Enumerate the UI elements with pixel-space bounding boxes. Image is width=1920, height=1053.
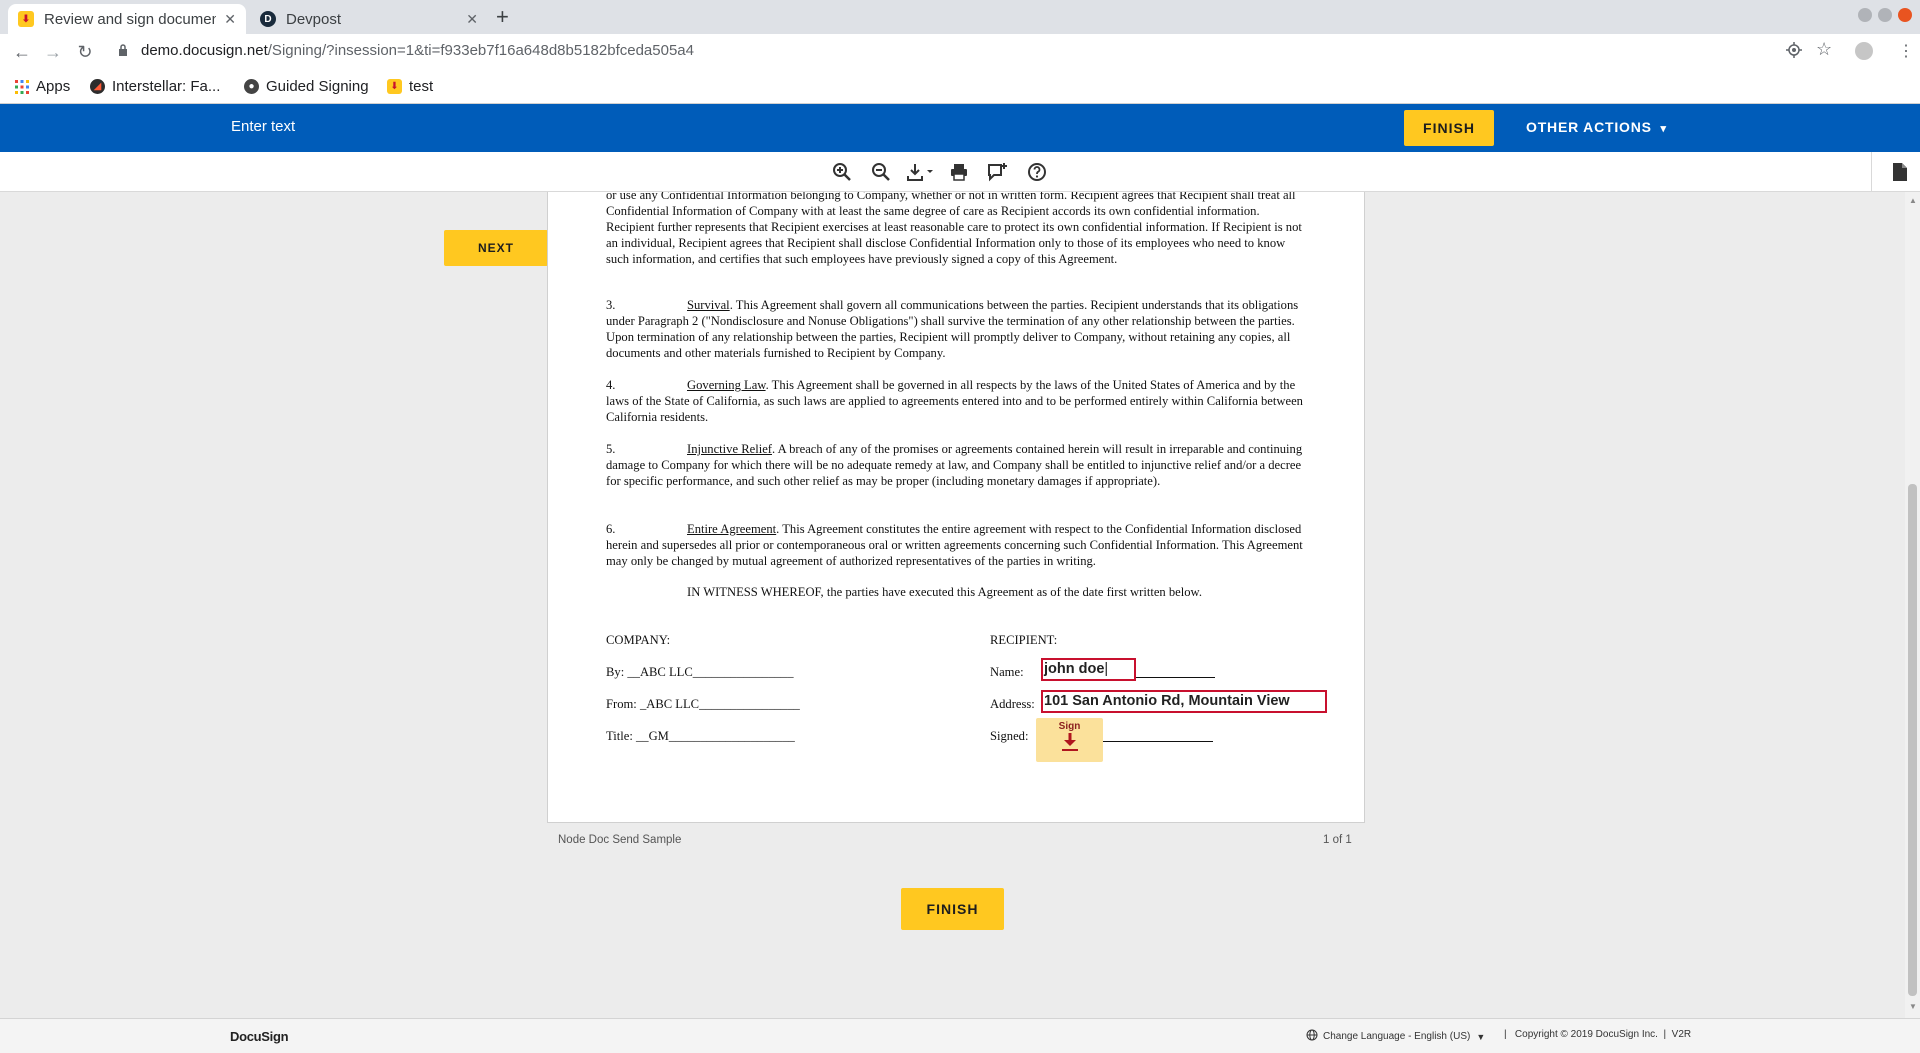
maximize-window-button[interactable] bbox=[1878, 8, 1892, 22]
section-number: 4. bbox=[606, 378, 616, 392]
section-3: 3. Survival. This Agreement shall govern … bbox=[606, 297, 1306, 361]
sign-here-tag[interactable]: Sign bbox=[1036, 718, 1103, 762]
recipient-heading: RECIPIENT: bbox=[990, 633, 1058, 647]
section-4: 4. Governing Law. This Agreement shall be… bbox=[606, 377, 1306, 425]
witness-statement: IN WITNESS WHEREOF, the parties have exe… bbox=[687, 585, 1202, 599]
section-number: 3. bbox=[606, 298, 616, 312]
caret-down-icon: ▼ bbox=[1476, 1031, 1486, 1042]
close-window-button[interactable] bbox=[1898, 8, 1912, 22]
browser-toolbar: ← → ↻ demo.docusign.net/Signing/?insessi… bbox=[0, 34, 1920, 70]
minimize-window-button[interactable] bbox=[1858, 8, 1872, 22]
company-by: By: __ABC LLC________________ bbox=[606, 665, 794, 679]
page-scrollbar[interactable]: ▲ ▼ bbox=[1905, 192, 1920, 1018]
add-comment-icon[interactable] bbox=[985, 161, 1011, 183]
close-tab-icon[interactable]: ✕ bbox=[224, 11, 236, 28]
back-icon[interactable]: ← bbox=[10, 40, 34, 64]
print-icon[interactable] bbox=[946, 161, 972, 183]
forward-icon[interactable]: → bbox=[41, 40, 65, 64]
bookmarks-bar: Apps ◢ Interstellar: Fa... ● Guided Sign… bbox=[0, 70, 1920, 104]
docusign-logo: DocuSign bbox=[230, 1029, 289, 1044]
next-button[interactable]: NEXT bbox=[444, 230, 548, 266]
page-count: 1 of 1 bbox=[1323, 834, 1352, 846]
location-icon[interactable] bbox=[1786, 42, 1802, 63]
signing-header: Enter text FINISH OTHER ACTIONS ▾ bbox=[0, 104, 1920, 152]
caret-down-icon: ▾ bbox=[1660, 123, 1667, 135]
help-icon[interactable] bbox=[1024, 161, 1050, 183]
recipient-address-field[interactable]: 101 San Antonio Rd, Mountain View bbox=[1041, 690, 1327, 713]
bookmark-label: Interstellar: Fa... bbox=[112, 78, 221, 95]
zoom-out-icon[interactable] bbox=[868, 161, 894, 183]
tab-title: Review and sign documen bbox=[44, 10, 217, 28]
company-title: Title: __GM____________________ bbox=[606, 729, 795, 743]
browser-tab-bar: ⬇ Review and sign documen ✕ D Devpost ✕ … bbox=[0, 0, 1920, 34]
download-icon[interactable] bbox=[904, 161, 938, 183]
bookmark-label: test bbox=[409, 78, 434, 95]
language-label: Change Language - English (US) bbox=[1323, 1031, 1471, 1042]
bookmark-interstellar[interactable]: ◢ Interstellar: Fa... bbox=[90, 78, 220, 95]
recipient-name-field[interactable]: john doe| bbox=[1041, 658, 1136, 681]
zoom-in-icon[interactable] bbox=[829, 161, 855, 183]
docusign-download-icon: ⬇ bbox=[387, 79, 402, 94]
toolbar-divider bbox=[1871, 152, 1872, 192]
recipient-address-label: Address: bbox=[990, 697, 1035, 711]
section-heading: Injunctive Relief bbox=[687, 442, 772, 456]
lock-icon bbox=[118, 43, 128, 56]
sign-arrow-icon bbox=[1061, 732, 1079, 757]
section-heading: Governing Law bbox=[687, 378, 766, 392]
copyright-text: | Copyright © 2019 DocuSign Inc. | V2R bbox=[1504, 1029, 1692, 1040]
new-tab-button[interactable]: + bbox=[496, 4, 509, 30]
section-5: 5. Injunctive Relief. A breach of any of … bbox=[606, 441, 1306, 489]
finish-button[interactable]: FINISH bbox=[1404, 110, 1494, 146]
tab-devpost[interactable]: D Devpost ✕ bbox=[250, 4, 488, 34]
other-actions-label: OTHER ACTIONS bbox=[1526, 119, 1652, 135]
section-heading: Survival bbox=[687, 298, 730, 312]
company-heading: COMPANY: bbox=[606, 633, 671, 647]
paragraph-text: or use any Confidential Information belo… bbox=[606, 192, 1302, 266]
tab-title: Devpost bbox=[286, 10, 342, 28]
url-path: /Signing/?insession=1&ti=f933eb7f16a648d… bbox=[267, 42, 694, 59]
url-field[interactable]: demo.docusign.net/Signing/?insession=1&t… bbox=[141, 42, 694, 59]
instruction-text: Enter text bbox=[231, 118, 296, 135]
section-number: 6. bbox=[606, 522, 616, 536]
document-pages-icon[interactable] bbox=[1892, 162, 1908, 187]
other-actions-menu[interactable]: OTHER ACTIONS ▾ bbox=[1526, 119, 1667, 135]
scroll-down-icon[interactable]: ▼ bbox=[1909, 1002, 1917, 1011]
document-page: or use any Confidential Information belo… bbox=[547, 192, 1365, 823]
docusign-download-icon: ⬇ bbox=[18, 11, 34, 27]
section-heading: Entire Agreement bbox=[687, 522, 777, 536]
change-language-menu[interactable]: Change Language - English (US) ▼ bbox=[1306, 1029, 1485, 1044]
bookmark-apps[interactable]: Apps bbox=[14, 78, 70, 95]
scroll-up-icon[interactable]: ▲ bbox=[1909, 196, 1917, 205]
name-field-value: john doe bbox=[1044, 661, 1105, 677]
apps-grid-icon bbox=[14, 79, 29, 94]
address-field-value: 101 San Antonio Rd, Mountain View bbox=[1044, 693, 1290, 709]
paragraph-2-tail: or use any Confidential Information belo… bbox=[606, 192, 1306, 267]
bookmark-label: Apps bbox=[36, 78, 71, 95]
company-from: From: _ABC LLC________________ bbox=[606, 697, 800, 711]
scrollbar-thumb[interactable] bbox=[1908, 484, 1917, 996]
bookmark-test[interactable]: ⬇ test bbox=[387, 78, 433, 95]
profile-avatar[interactable] bbox=[1855, 42, 1873, 60]
devpost-icon: D bbox=[260, 11, 276, 27]
bottom-finish-button[interactable]: FINISH bbox=[901, 888, 1004, 930]
interstellar-icon: ◢ bbox=[90, 79, 105, 94]
bookmark-star-icon[interactable]: ☆ bbox=[1816, 39, 1832, 60]
section-6: 6. Entire Agreement. This Agreement const… bbox=[606, 521, 1306, 569]
url-host: demo.docusign.net bbox=[141, 42, 268, 59]
reload-icon[interactable]: ↻ bbox=[73, 40, 97, 64]
globe-icon: ● bbox=[244, 79, 259, 94]
section-number: 5. bbox=[606, 442, 616, 456]
page-footer: DocuSign Change Language - English (US) … bbox=[0, 1018, 1920, 1053]
close-tab-icon[interactable]: ✕ bbox=[466, 11, 478, 28]
tab-review-and-sign[interactable]: ⬇ Review and sign documen ✕ bbox=[8, 4, 246, 34]
browser-menu-icon[interactable]: ⋮ bbox=[1898, 41, 1914, 61]
sign-tag-label: Sign bbox=[1058, 721, 1081, 732]
recipient-name-label: Name: bbox=[990, 665, 1024, 679]
bookmark-label: Guided Signing bbox=[266, 78, 369, 95]
globe-icon bbox=[1306, 1029, 1318, 1044]
bookmark-guided-signing[interactable]: ● Guided Signing bbox=[244, 78, 369, 95]
recipient-signed-label: Signed: bbox=[990, 729, 1029, 743]
document-name: Node Doc Send Sample bbox=[558, 834, 682, 846]
document-toolbar bbox=[0, 152, 1920, 192]
